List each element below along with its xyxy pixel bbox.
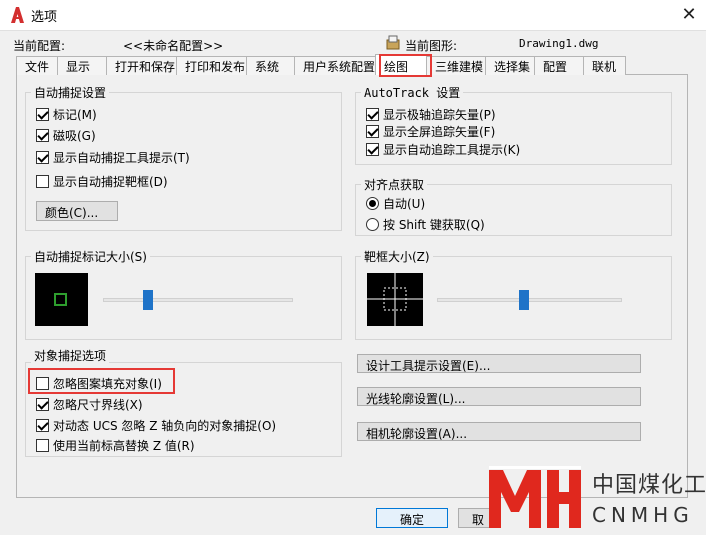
marker-size-slider-thumb[interactable] — [142, 290, 153, 310]
crosshair-icon — [367, 273, 423, 326]
drafting-tooltip-settings-button[interactable]: 设计工具提示设置(E)... — [357, 354, 641, 373]
cnmhg-logo-icon — [489, 466, 581, 528]
checkbox-label: 忽略尺寸界线(X) — [53, 398, 143, 412]
checkbox-label: 对动态 UCS 忽略 Z 轴负向的对象捕捉(O) — [53, 419, 277, 433]
close-icon[interactable]: ✕ — [676, 2, 702, 28]
alignment-automatic-radio[interactable]: 自动(U) — [366, 195, 425, 212]
alignment-shift-radio[interactable]: 按 Shift 键获取(Q) — [366, 216, 485, 233]
checkbox-label: 显示自动捕捉工具提示(T) — [53, 151, 190, 165]
marker-size-title: 自动捕捉标记大小(S) — [31, 248, 150, 265]
tab-selection[interactable]: 选择集 — [485, 56, 535, 75]
checkbox-box — [36, 129, 49, 142]
alignment-acquisition-title: 对齐点获取 — [361, 176, 428, 193]
replace-z-current-elevation-checkbox[interactable]: 使用当前标高替换 Z 值(R) — [36, 437, 195, 454]
checkbox-box — [36, 398, 49, 411]
checkbox-label: 使用当前标高替换 Z 值(R) — [53, 439, 195, 453]
tab-profiles[interactable]: 配置 — [534, 56, 584, 75]
autotrack-settings-title: AutoTrack 设置 — [361, 84, 464, 101]
aperture-size-preview — [367, 273, 423, 326]
autotrack-tooltip-checkbox[interactable]: 显示自动追踪工具提示(K) — [366, 141, 520, 158]
lights-glyph-settings-button[interactable]: 光线轮廓设置(L)... — [357, 387, 641, 406]
colors-button[interactable]: 颜色(C)... — [36, 201, 118, 221]
checkbox-box — [36, 439, 49, 452]
full-screen-tracking-vector-checkbox[interactable]: 显示全屏追踪矢量(F) — [366, 123, 495, 140]
aperture-size-title: 靶框大小(Z) — [361, 248, 433, 265]
checkbox-box — [36, 419, 49, 432]
tab-strip: 文件 显示 打开和保存 打印和发布 系统 用户系统配置 绘图 三维建模 选择集 … — [16, 54, 626, 75]
checkbox-label: 显示自动追踪工具提示(K) — [383, 143, 521, 157]
ok-button[interactable]: 确定 — [376, 508, 448, 528]
marker-size-slider-track[interactable] — [103, 298, 293, 302]
radio-dot — [366, 218, 379, 231]
marker-square-icon — [54, 293, 67, 306]
checkbox-box — [366, 125, 379, 138]
checkbox-box — [36, 175, 49, 188]
checkbox-label: 标记(M) — [53, 108, 97, 122]
window-title: 选项 — [31, 10, 58, 25]
current-profile-value: <<未命名配置>> — [123, 39, 224, 53]
polar-tracking-vector-checkbox[interactable]: 显示极轴追踪矢量(P) — [366, 106, 496, 123]
tab-display[interactable]: 显示 — [57, 56, 107, 75]
current-drawing-value: Drawing1.dwg — [519, 37, 599, 50]
checkbox-box — [36, 108, 49, 121]
tab-system[interactable]: 系统 — [246, 56, 295, 75]
ignore-hatch-highlight — [28, 368, 175, 394]
marker-size-preview — [35, 273, 88, 326]
tab-3d-modeling[interactable]: 三维建模 — [426, 56, 486, 75]
radio-label: 按 Shift 键获取(Q) — [383, 218, 485, 232]
tab-open-save[interactable]: 打开和保存 — [106, 56, 177, 75]
tab-plot-publish[interactable]: 打印和发布 — [176, 56, 247, 75]
object-snap-options-title: 对象捕捉选项 — [31, 347, 110, 364]
current-profile-label: 当前配置: — [13, 39, 66, 53]
ignore-negative-z-dynamic-ucs-checkbox[interactable]: 对动态 UCS 忽略 Z 轴负向的对象捕捉(O) — [36, 417, 276, 434]
aperture-size-slider-track[interactable] — [437, 298, 622, 302]
checkbox-label: 显示全屏追踪矢量(F) — [383, 125, 496, 139]
checkbox-box — [366, 108, 379, 121]
radio-label: 自动(U) — [383, 197, 426, 211]
autocad-logo-icon — [11, 7, 24, 23]
autosnap-aperture-checkbox[interactable]: 显示自动捕捉靶框(D) — [36, 173, 168, 190]
autosnap-marker-checkbox[interactable]: 标记(M) — [36, 106, 97, 123]
title-bar: 选项 ✕ — [0, 0, 706, 30]
checkbox-box — [366, 143, 379, 156]
tab-user-preferences[interactable]: 用户系统配置 — [294, 56, 376, 75]
ignore-dimension-extension-checkbox[interactable]: 忽略尺寸界线(X) — [36, 396, 143, 413]
checkbox-label: 显示自动捕捉靶框(D) — [53, 175, 168, 189]
watermark-english-text: CNMHG — [592, 503, 694, 527]
autosnap-magnet-checkbox[interactable]: 磁吸(G) — [36, 127, 96, 144]
autosnap-tooltip-checkbox[interactable]: 显示自动捕捉工具提示(T) — [36, 149, 190, 166]
watermark-chinese-text: 中国煤化工 — [592, 473, 706, 498]
checkbox-box — [36, 151, 49, 164]
tab-online[interactable]: 联机 — [583, 56, 626, 75]
drawing-file-icon — [386, 35, 400, 50]
aperture-size-slider-thumb[interactable] — [519, 290, 530, 310]
radio-dot — [366, 197, 379, 210]
current-drawing-label: 当前图形: — [405, 39, 458, 53]
active-tab-highlight — [379, 54, 432, 77]
cameras-glyph-settings-button[interactable]: 相机轮廓设置(A)... — [357, 422, 641, 441]
tab-files[interactable]: 文件 — [16, 56, 58, 75]
autosnap-settings-title: 自动捕捉设置 — [31, 84, 110, 101]
checkbox-label: 磁吸(G) — [53, 129, 96, 143]
checkbox-label: 显示极轴追踪矢量(P) — [383, 108, 496, 122]
